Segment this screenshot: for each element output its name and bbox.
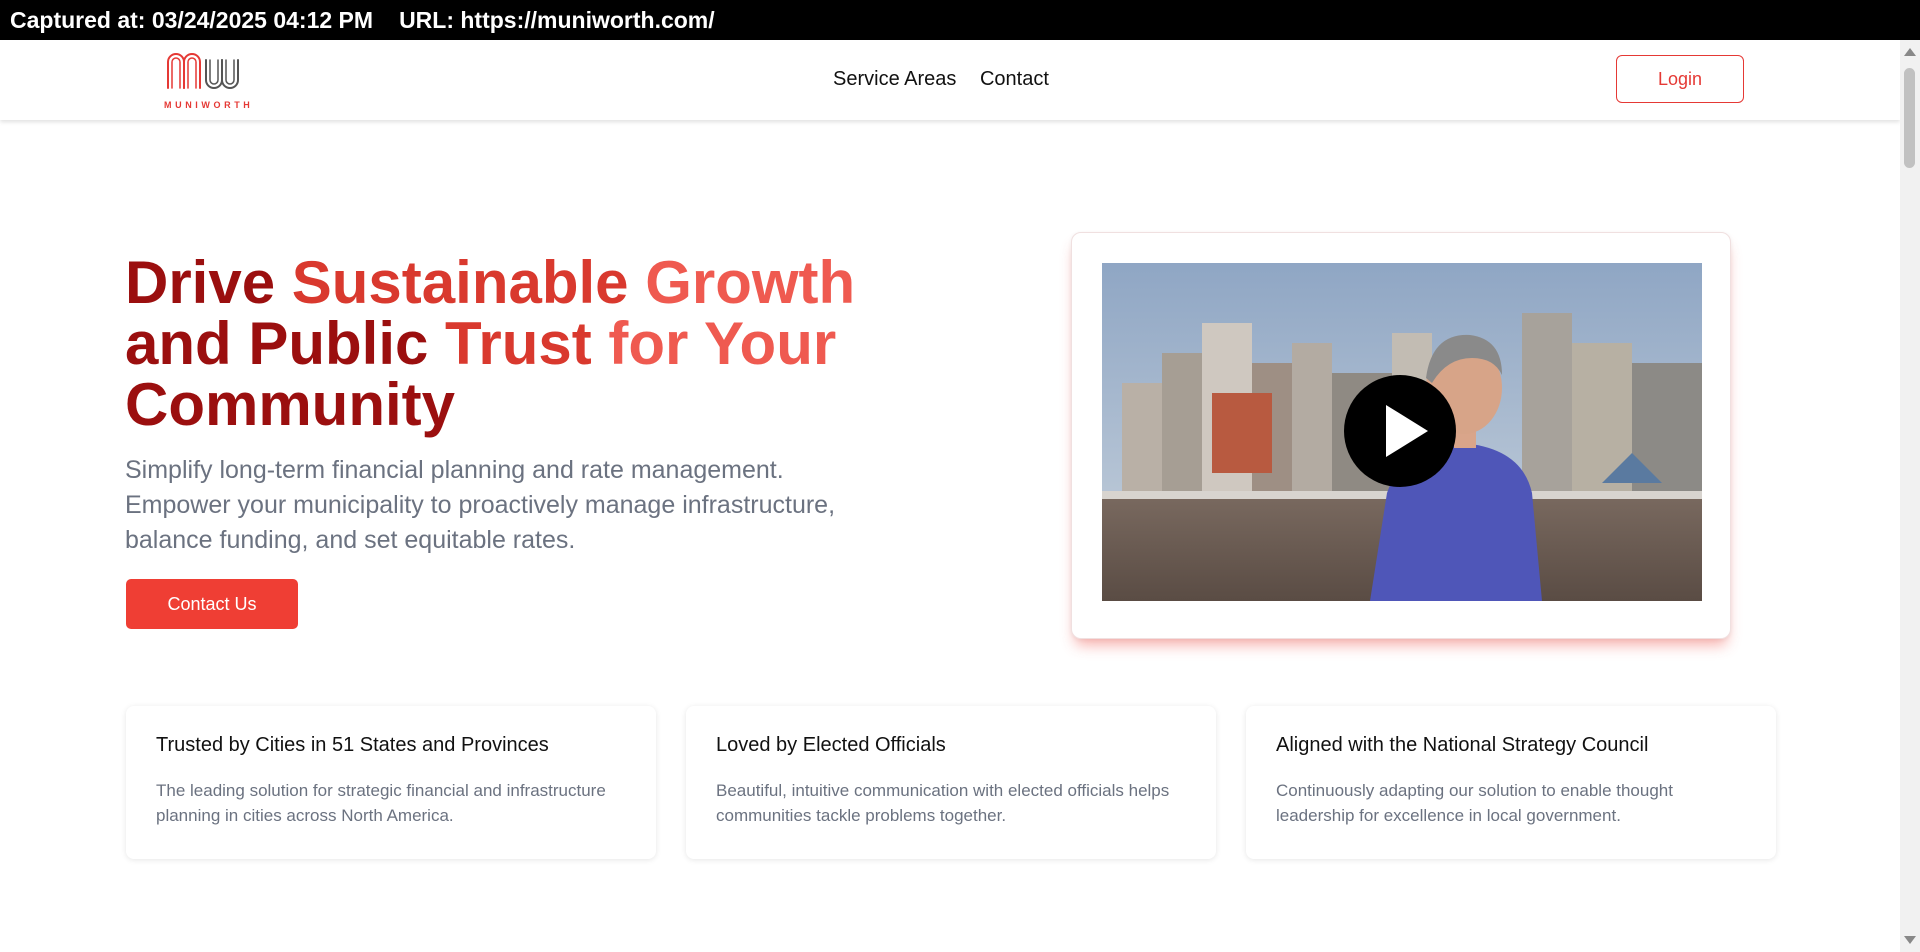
feature-title: Aligned with the National Strategy Counc…: [1276, 734, 1649, 756]
page-scrollbar[interactable]: [1900, 40, 1920, 952]
main-nav: Service Areas Contact: [833, 68, 1067, 91]
feature-card-trusted: Trusted by Cities in 51 States and Provi…: [126, 706, 656, 859]
feature-text: Beautiful, intuitive communication with …: [716, 781, 1170, 825]
title-part-1: Drive: [125, 249, 292, 316]
feature-text: The leading solution for strategic finan…: [156, 781, 606, 825]
hero-title: Drive Sustainable Growth and Public Trust…: [125, 252, 945, 435]
title-part-6: for Your: [608, 310, 837, 377]
scroll-thumb[interactable]: [1904, 68, 1915, 168]
top-navbar: MUNIWORTH Service Areas Contact Login: [0, 40, 1900, 120]
captured-at-text: Captured at: 03/24/2025 04:12 PM: [10, 7, 374, 33]
title-part-3: Growth: [645, 249, 856, 316]
scroll-up-arrow-icon[interactable]: [1904, 48, 1916, 56]
title-part-2: Sustainable: [291, 249, 646, 316]
feature-title: Trusted by Cities in 51 States and Provi…: [156, 734, 549, 756]
title-part-5: Trust: [445, 310, 609, 377]
nav-contact[interactable]: Contact: [980, 68, 1049, 90]
nav-service-areas[interactable]: Service Areas: [833, 68, 956, 90]
feature-title: Loved by Elected Officials: [716, 734, 946, 756]
contact-us-button[interactable]: Contact Us: [126, 579, 298, 629]
title-part-7: Community: [125, 371, 455, 438]
feature-card-aligned: Aligned with the National Strategy Counc…: [1246, 706, 1776, 859]
captured-url-text: URL: https://muniworth.com/: [399, 7, 715, 33]
hero-subtitle: Simplify long-term financial planning an…: [125, 456, 836, 554]
feature-text: Continuously adapting our solution to en…: [1276, 781, 1673, 825]
scroll-down-arrow-icon[interactable]: [1904, 936, 1916, 944]
logo-wordmark: MUNIWORTH: [164, 100, 254, 110]
feature-card-loved: Loved by Elected Officials Beautiful, in…: [686, 706, 1216, 859]
capture-info-bar: Captured at: 03/24/2025 04:12 PM URL: htt…: [0, 0, 1920, 40]
title-part-4: and Public: [125, 310, 446, 377]
video-play-button[interactable]: [1344, 375, 1456, 487]
play-icon: [1386, 405, 1428, 457]
login-button[interactable]: Login: [1616, 55, 1744, 103]
